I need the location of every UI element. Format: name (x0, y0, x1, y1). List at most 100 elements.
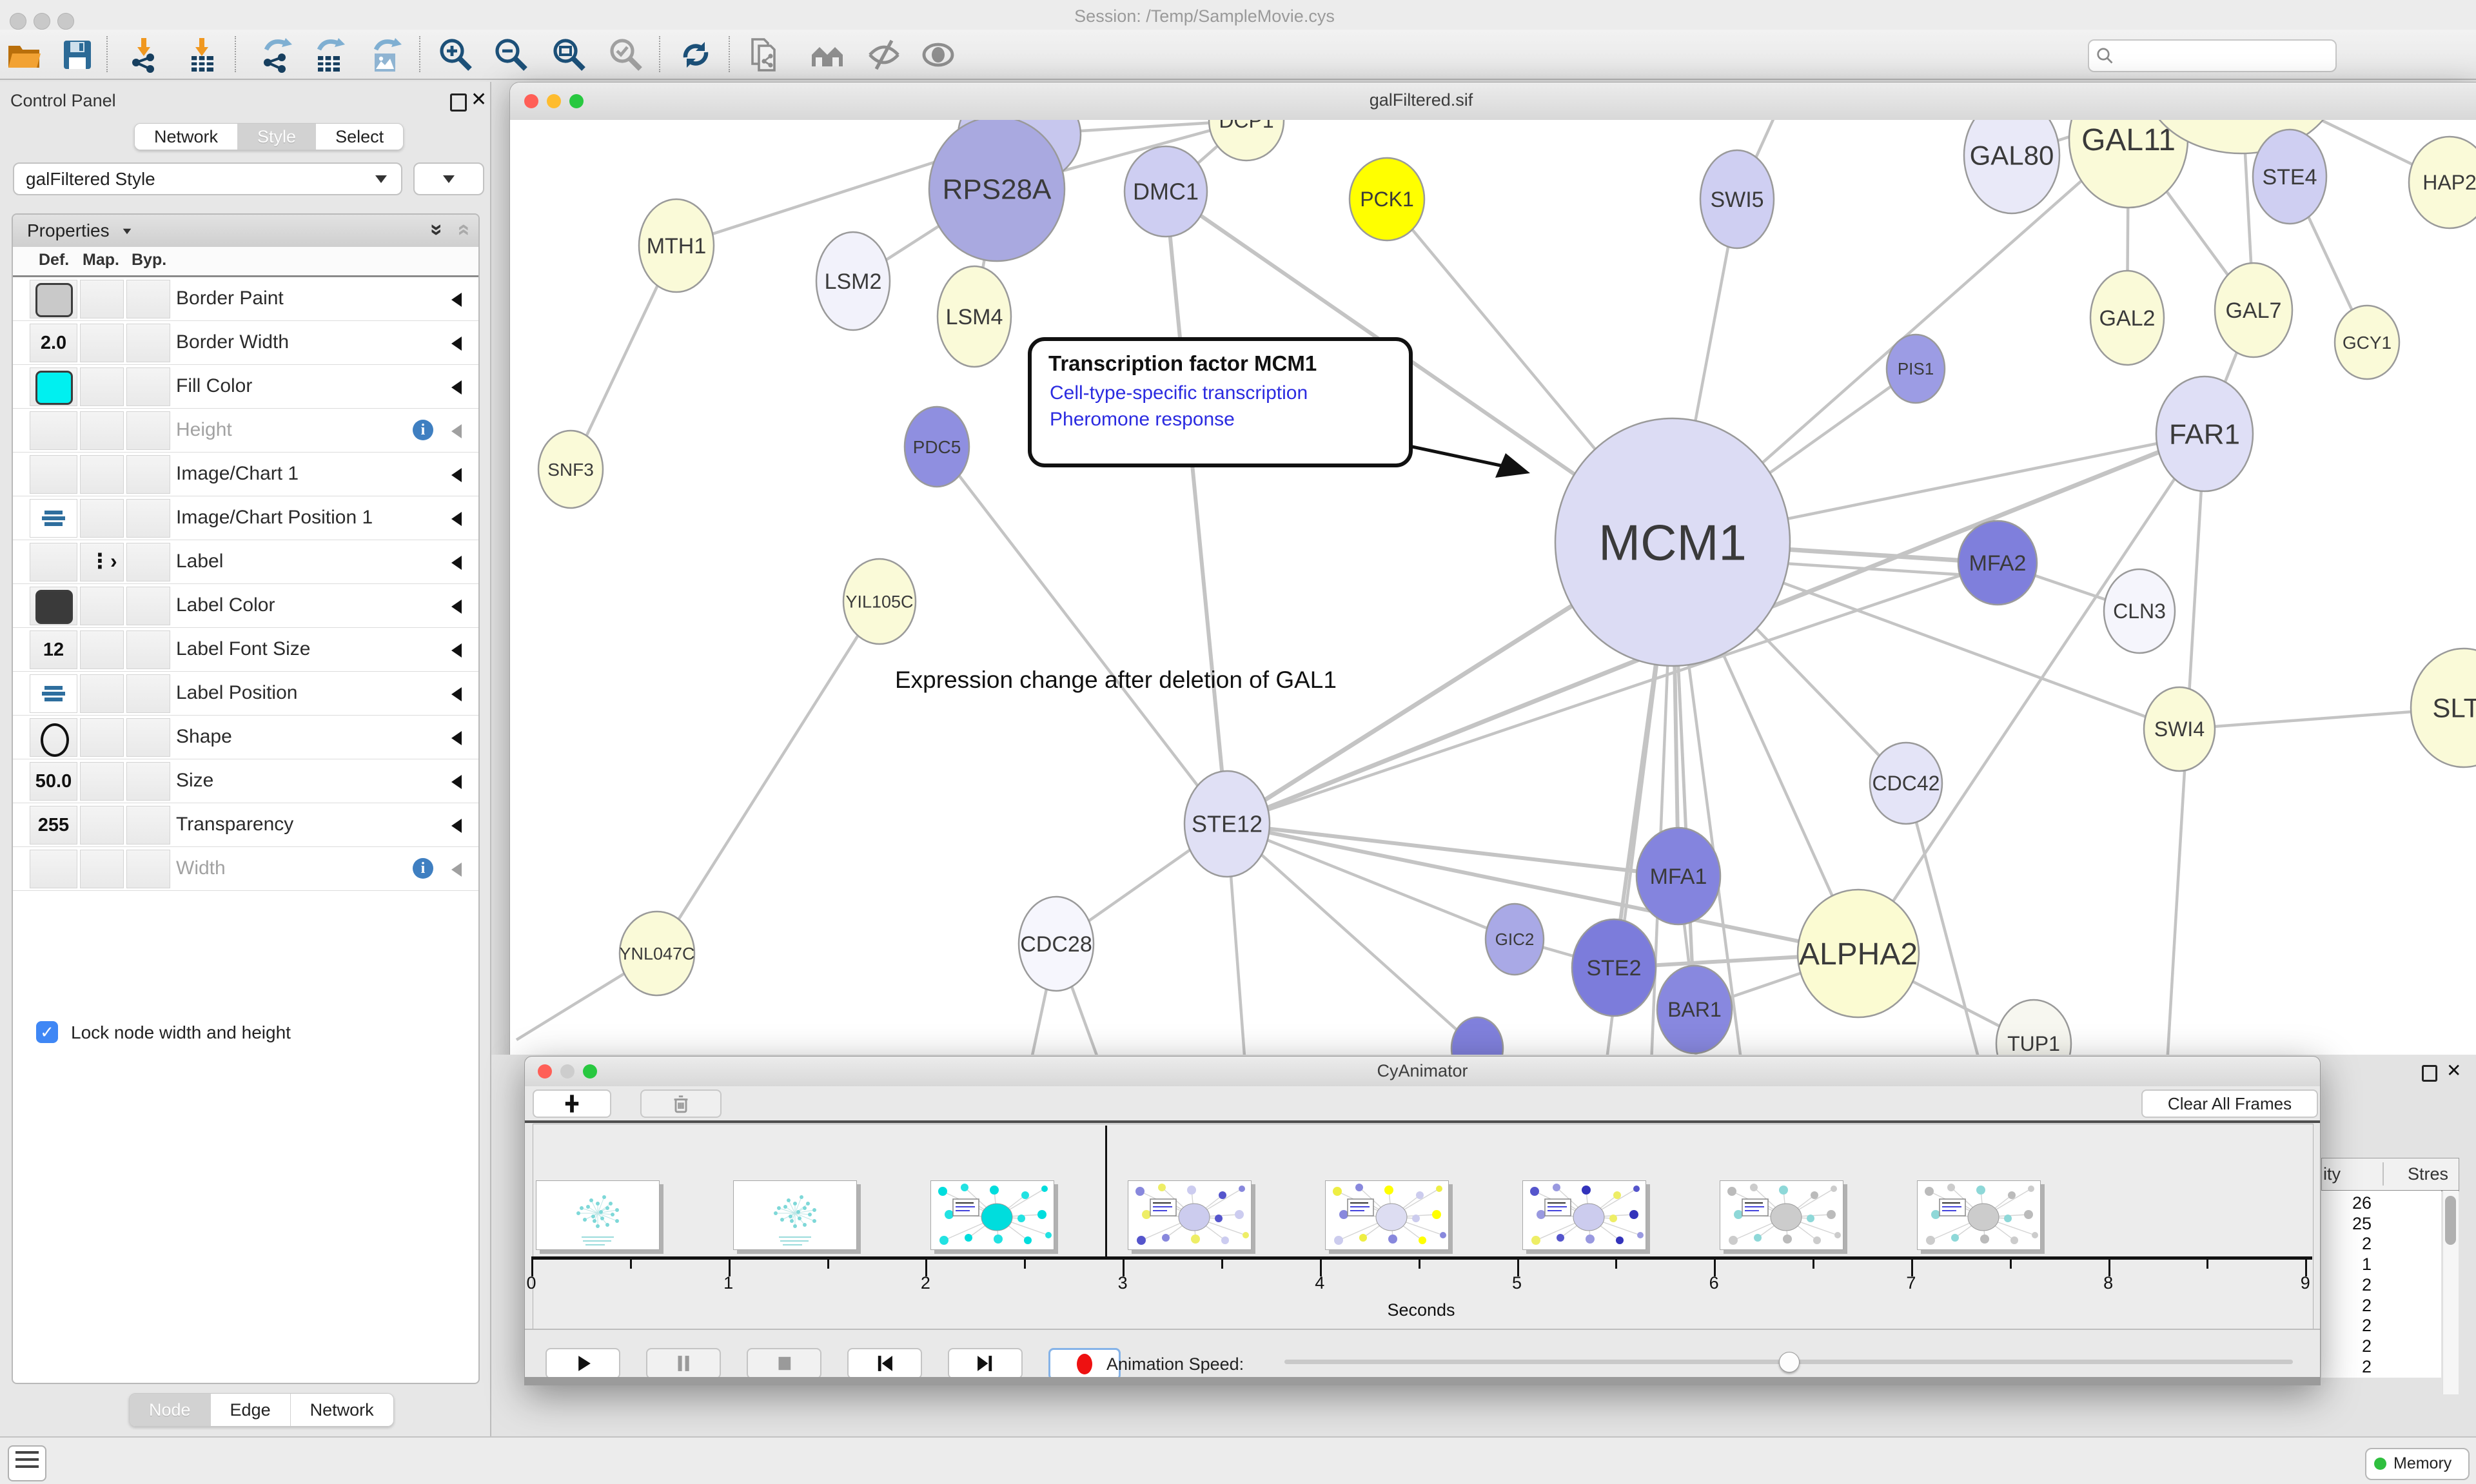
collapse-arrow-icon[interactable] (451, 556, 462, 570)
style-property-row-shape[interactable]: Shape (13, 716, 478, 759)
column-divider[interactable] (2383, 1162, 2384, 1186)
float-panel-icon[interactable] (450, 93, 467, 112)
animation-speed-slider[interactable] (1284, 1360, 2293, 1364)
minimize-window-button[interactable] (547, 94, 561, 108)
style-options-button[interactable] (413, 162, 484, 195)
minimize-window-button[interactable] (560, 1064, 575, 1079)
tab-node[interactable]: Node (130, 1394, 211, 1426)
table-cell-value[interactable]: 2 (2321, 1234, 2372, 1254)
zoom-window-button[interactable] (569, 94, 584, 108)
map-cell[interactable] (80, 806, 124, 845)
cyanimator-titlebar[interactable]: CyAnimator (525, 1057, 2320, 1087)
export-table-icon[interactable] (308, 35, 348, 75)
byp-cell[interactable] (126, 762, 170, 801)
refresh-layout-icon[interactable] (676, 35, 716, 75)
def-cell[interactable] (30, 674, 77, 713)
style-selector-dropdown[interactable]: galFiltered Style (13, 162, 402, 195)
close-window-button[interactable] (10, 13, 26, 30)
map-cell[interactable] (80, 674, 124, 713)
table-cell-value[interactable]: 2 (2321, 1336, 2372, 1356)
collapse-arrow-icon[interactable] (451, 337, 462, 351)
map-cell[interactable]: ⋮› (80, 543, 124, 581)
style-property-row-label[interactable]: ⋮›Label (13, 540, 478, 584)
style-property-row-label-position[interactable]: Label Position (13, 672, 478, 716)
column-header[interactable]: ity (2323, 1164, 2341, 1184)
byp-cell[interactable] (126, 674, 170, 713)
table-cell-value[interactable]: 2 (2321, 1275, 2372, 1295)
search-input[interactable] (2088, 39, 2337, 72)
byp-cell[interactable] (126, 630, 170, 669)
scrollbar-thumb[interactable] (2445, 1196, 2456, 1245)
float-panel-icon[interactable] (2422, 1065, 2437, 1082)
animation-frame-7[interactable] (1917, 1180, 2041, 1250)
show-all-icon[interactable] (918, 35, 958, 75)
byp-cell[interactable] (126, 850, 170, 888)
map-cell[interactable] (80, 850, 124, 888)
zoom-fit-icon[interactable] (549, 35, 589, 75)
skip-to-start-button[interactable] (847, 1348, 922, 1379)
collapse-arrow-icon[interactable] (451, 863, 462, 877)
def-cell[interactable] (30, 850, 77, 888)
zoom-window-button[interactable] (57, 13, 74, 30)
animation-frame-0[interactable] (536, 1180, 660, 1250)
byp-cell[interactable] (126, 324, 170, 362)
map-cell[interactable] (80, 587, 124, 625)
animation-frame-4[interactable] (1325, 1180, 1449, 1250)
table-cell-value[interactable]: 2 (2321, 1357, 2372, 1377)
network-window-titlebar[interactable]: galFiltered.sif (510, 83, 2476, 121)
def-cell[interactable] (30, 367, 77, 406)
pause-button[interactable] (646, 1348, 721, 1379)
collapse-arrow-icon[interactable] (451, 600, 462, 614)
style-property-row-size[interactable]: 50.0Size (13, 759, 478, 803)
tab-style[interactable]: Style (238, 124, 316, 150)
map-cell[interactable] (80, 630, 124, 669)
def-cell[interactable]: 255 (30, 806, 77, 845)
info-icon[interactable]: i (413, 858, 433, 879)
map-cell[interactable] (80, 324, 124, 362)
collapse-arrow-icon[interactable] (451, 293, 462, 307)
annotation-link[interactable]: Cell-type-specific transcription (1050, 380, 1409, 406)
style-property-row-border-paint[interactable]: Border Paint (13, 277, 478, 321)
animation-frame-6[interactable] (1720, 1180, 1843, 1250)
byp-cell[interactable] (126, 499, 170, 538)
byp-cell[interactable] (126, 543, 170, 581)
byp-cell[interactable] (126, 718, 170, 757)
animation-frame-5[interactable] (1522, 1180, 1646, 1250)
tab-network[interactable]: Network (135, 124, 238, 150)
map-cell[interactable] (80, 280, 124, 318)
def-cell[interactable] (30, 280, 77, 318)
add-frame-button[interactable] (533, 1089, 611, 1118)
style-property-row-border-width[interactable]: 2.0Border Width (13, 321, 478, 365)
style-property-row-image-chart-position-1[interactable]: Image/Chart Position 1 (13, 496, 478, 540)
byp-cell[interactable] (126, 806, 170, 845)
style-property-row-image-chart-1[interactable]: Image/Chart 1 (13, 453, 478, 496)
def-cell[interactable] (30, 718, 77, 757)
network-edge[interactable] (1227, 824, 1477, 1048)
map-cell[interactable] (80, 762, 124, 801)
def-cell[interactable] (30, 543, 77, 581)
byp-cell[interactable] (126, 411, 170, 450)
table-cell-value[interactable]: 25 (2321, 1214, 2372, 1234)
collapse-arrow-icon[interactable] (451, 643, 462, 658)
play-button[interactable] (545, 1348, 620, 1379)
close-icon[interactable]: ✕ (471, 88, 487, 111)
collapse-all-icon[interactable]: » (450, 224, 475, 236)
zoom-in-icon[interactable] (436, 35, 476, 75)
collapse-arrow-icon[interactable] (451, 731, 462, 745)
clear-all-frames-button[interactable]: Clear All Frames (2141, 1089, 2318, 1118)
tab-edge[interactable]: Edge (211, 1394, 291, 1426)
style-property-row-width[interactable]: Widthi (13, 847, 478, 891)
export-network-icon[interactable] (255, 35, 295, 75)
def-cell[interactable]: 12 (30, 630, 77, 669)
timeline-playhead[interactable] (1105, 1126, 1107, 1258)
skip-to-end-button[interactable] (948, 1348, 1023, 1379)
style-property-row-label-color[interactable]: Label Color (13, 584, 478, 628)
collapse-arrow-icon[interactable] (451, 819, 462, 833)
import-table-icon[interactable] (182, 35, 222, 75)
close-window-button[interactable] (524, 94, 538, 108)
slider-thumb[interactable] (1779, 1352, 1800, 1372)
annotation-link[interactable]: Pheromone response (1050, 406, 1409, 433)
network-edge[interactable] (1858, 434, 2205, 953)
close-icon[interactable]: ✕ (2446, 1060, 2461, 1081)
map-cell[interactable] (80, 367, 124, 406)
